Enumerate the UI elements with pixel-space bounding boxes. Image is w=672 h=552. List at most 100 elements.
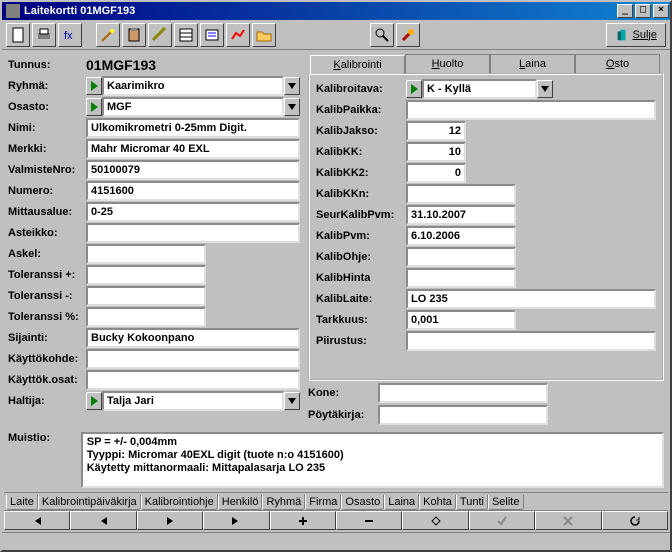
- new-icon[interactable]: [6, 23, 30, 47]
- nav-edit-button[interactable]: [402, 511, 468, 530]
- close-label: Sulje: [633, 29, 657, 41]
- btab-henkilo[interactable]: Henkilö: [218, 495, 263, 510]
- kone-field[interactable]: [378, 383, 548, 403]
- kalibkk-field[interactable]: [406, 142, 466, 162]
- nav-prev-button[interactable]: [70, 511, 136, 530]
- kalibkk2-field[interactable]: [406, 163, 466, 183]
- tarkkuus-field[interactable]: [406, 310, 516, 330]
- btab-osasto[interactable]: Osasto: [341, 495, 384, 510]
- haltija-lookup-button[interactable]: [86, 392, 102, 410]
- kalibhinta-label: KalibHinta: [316, 272, 406, 284]
- haltija-label: Haltija:: [8, 395, 86, 407]
- kalibohje-field[interactable]: [406, 247, 516, 267]
- btab-ryhma[interactable]: Ryhmä: [262, 495, 305, 510]
- wizard-icon[interactable]: [96, 23, 120, 47]
- tab-kalibrointi[interactable]: Kalibrointi: [310, 55, 405, 74]
- chart-icon[interactable]: [226, 23, 250, 47]
- haltija-field[interactable]: [102, 391, 284, 411]
- btab-laite[interactable]: Laite: [6, 495, 38, 510]
- kalibroitava-dropdown-button[interactable]: [537, 80, 553, 98]
- numero-label: Numero:: [8, 185, 86, 197]
- mittausalue-label: Mittausalue:: [8, 206, 86, 218]
- osasto-field[interactable]: [102, 97, 284, 117]
- haltija-dropdown-button[interactable]: [284, 392, 300, 410]
- btab-tunti[interactable]: Tunti: [456, 495, 488, 510]
- tab-osto[interactable]: Osto: [575, 54, 660, 73]
- sijainti-field[interactable]: [86, 328, 300, 348]
- folder-icon[interactable]: [252, 23, 276, 47]
- nav-add-button[interactable]: [270, 511, 336, 530]
- kalibroitava-lookup-button[interactable]: [406, 80, 422, 98]
- kone-label: Kone:: [308, 387, 378, 399]
- tolneg-field[interactable]: [86, 286, 206, 306]
- kalibkkn-field[interactable]: [406, 184, 516, 204]
- kayttokohde-field[interactable]: [86, 349, 300, 369]
- kalibpaikka-field[interactable]: [406, 100, 656, 120]
- poytakirja-field[interactable]: [378, 405, 548, 425]
- titlebar: Laitekortti 01MGF193 _ □ ×: [2, 2, 670, 20]
- nav-ok-button[interactable]: [469, 511, 535, 530]
- btab-kohta[interactable]: Kohta: [419, 495, 456, 510]
- mittausalue-field[interactable]: [86, 202, 300, 222]
- nav-last-button[interactable]: [203, 511, 269, 530]
- tab-huolto[interactable]: Huolto: [405, 54, 490, 73]
- window-title: Laitekortti 01MGF193: [24, 5, 135, 17]
- nav-delete-button[interactable]: [336, 511, 402, 530]
- valmistenro-field[interactable]: [86, 160, 300, 180]
- kalibohje-label: KalibOhje:: [316, 251, 406, 263]
- search-icon[interactable]: [370, 23, 394, 47]
- kayttokosat-field[interactable]: [86, 370, 300, 390]
- close-button[interactable]: Sulje: [606, 23, 666, 47]
- maximize-button[interactable]: □: [635, 4, 651, 18]
- close-window-button[interactable]: ×: [653, 4, 669, 18]
- tunnus-value: 01MGF193: [86, 57, 300, 73]
- grid-icon[interactable]: [174, 23, 198, 47]
- nav-first-button[interactable]: [4, 511, 70, 530]
- piirustus-field[interactable]: [406, 331, 656, 351]
- kalibrointi-frame: Kalibroitava: KalibPaikka: KalibJakso: K…: [308, 73, 664, 381]
- merkki-field[interactable]: [86, 139, 300, 159]
- kalibjakso-field[interactable]: [406, 121, 466, 141]
- btab-selite[interactable]: Selite: [488, 495, 524, 510]
- kalibhinta-field[interactable]: [406, 268, 516, 288]
- tunnus-label: Tunnus:: [8, 59, 86, 71]
- tool-icon[interactable]: [396, 23, 420, 47]
- tolpos-field[interactable]: [86, 265, 206, 285]
- ryhma-lookup-button[interactable]: [86, 77, 102, 95]
- status-bar: [2, 532, 670, 550]
- seurkalibpvm-field[interactable]: [406, 205, 516, 225]
- kalibroitava-field[interactable]: [422, 79, 537, 99]
- muistio-field[interactable]: [81, 432, 664, 488]
- door-icon: [615, 28, 629, 42]
- ryhma-dropdown-button[interactable]: [284, 77, 300, 95]
- btab-laina[interactable]: Laina: [384, 495, 419, 510]
- nimi-field[interactable]: [86, 118, 300, 138]
- asteikko-field[interactable]: [86, 223, 300, 243]
- notes-icon[interactable]: [200, 23, 224, 47]
- ryhma-field[interactable]: [102, 76, 284, 96]
- ruler-icon[interactable]: [148, 23, 172, 47]
- btab-kalibrointipaivakirja[interactable]: Kalibrointipäiväkirja: [38, 495, 141, 510]
- tolpct-field[interactable]: [86, 307, 206, 327]
- tolpct-label: Toleranssi %:: [8, 311, 86, 323]
- minimize-button[interactable]: _: [617, 4, 633, 18]
- kalibpvm-field[interactable]: [406, 226, 516, 246]
- fx-icon[interactable]: fx: [58, 23, 82, 47]
- tarkkuus-label: Tarkkuus:: [316, 314, 406, 326]
- btab-kalibrointiohje[interactable]: Kalibrointiohje: [141, 495, 218, 510]
- tab-laina[interactable]: Laina: [490, 54, 575, 73]
- print-icon[interactable]: [32, 23, 56, 47]
- nav-refresh-button[interactable]: [602, 511, 668, 530]
- tolpos-label: Toleranssi +:: [8, 269, 86, 281]
- nav-next-button[interactable]: [137, 511, 203, 530]
- askel-field[interactable]: [86, 244, 206, 264]
- nav-cancel-button[interactable]: [535, 511, 601, 530]
- muistio-label: Muistio:: [8, 432, 81, 488]
- app-icon: [6, 4, 20, 18]
- osasto-lookup-button[interactable]: [86, 98, 102, 116]
- numero-field[interactable]: [86, 181, 300, 201]
- clipboard-icon[interactable]: [122, 23, 146, 47]
- osasto-dropdown-button[interactable]: [284, 98, 300, 116]
- btab-firma[interactable]: Firma: [305, 495, 341, 510]
- kaliblaite-field[interactable]: [406, 289, 656, 309]
